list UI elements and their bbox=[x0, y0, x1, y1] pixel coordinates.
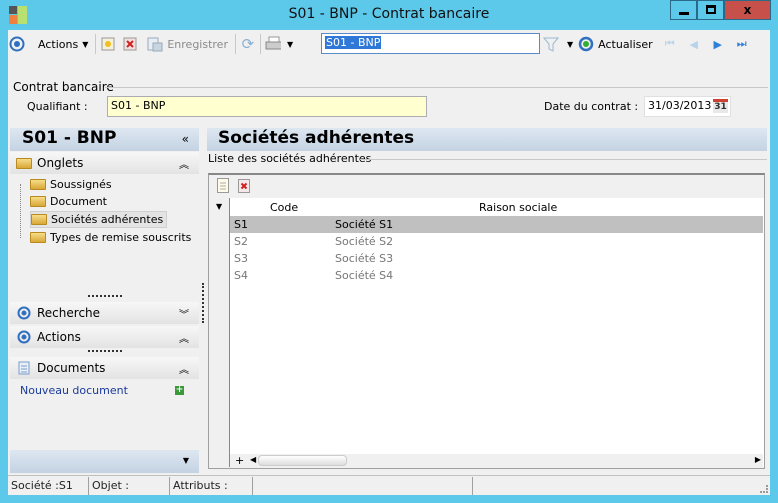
target-icon bbox=[9, 36, 25, 52]
qualifiant-field[interactable]: S01 - BNP bbox=[107, 96, 427, 117]
maximize-button[interactable] bbox=[697, 0, 724, 20]
scrollbar-thumb[interactable] bbox=[258, 455, 347, 466]
collapse-sidebar-icon[interactable]: « bbox=[182, 132, 189, 146]
resize-grip[interactable] bbox=[760, 485, 768, 493]
refresh-icon bbox=[578, 36, 594, 52]
target-icon bbox=[16, 305, 32, 321]
tree-item-soussignes[interactable]: Soussignés bbox=[30, 176, 115, 193]
calendar-icon[interactable]: 31 bbox=[713, 99, 728, 113]
section-documents[interactable]: Documents ︽ bbox=[10, 357, 199, 379]
status-empty bbox=[253, 477, 473, 495]
sidebar-header: S01 - BNP « bbox=[10, 128, 199, 151]
scroll-right-icon[interactable]: ▶ bbox=[755, 455, 761, 464]
column-header-raison-sociale[interactable]: Raison sociale bbox=[479, 201, 557, 214]
add-column-icon[interactable]: + bbox=[235, 454, 244, 467]
collapse-icon: ︽ bbox=[179, 159, 189, 171]
add-row-icon[interactable] bbox=[217, 178, 229, 196]
tree-item-societes-adherentes[interactable]: Sociétés adhérentes bbox=[30, 211, 168, 228]
table-row[interactable]: S2 Société S2 bbox=[230, 233, 763, 250]
delete-row-icon[interactable] bbox=[238, 179, 250, 196]
last-record-icon[interactable]: ⏭ bbox=[734, 36, 750, 52]
new-icon[interactable] bbox=[100, 36, 116, 52]
tree-item-types-remise[interactable]: Types de remise souscrits bbox=[30, 229, 194, 246]
splitter-handle[interactable] bbox=[88, 295, 122, 297]
open-folder-icon bbox=[31, 214, 47, 225]
search-input[interactable]: S01 - BNP bbox=[321, 33, 540, 54]
horizontal-scrollbar[interactable]: + ◀ ▶ bbox=[230, 454, 763, 468]
table-row[interactable]: S1 Société S1 bbox=[230, 216, 763, 233]
save-icon bbox=[147, 36, 163, 52]
first-record-icon[interactable]: ⏮ bbox=[662, 36, 678, 52]
chevron-down-icon: ▼ bbox=[82, 39, 89, 49]
folder-icon bbox=[30, 196, 46, 207]
next-record-icon[interactable]: ▶ bbox=[710, 36, 726, 52]
section-onglets[interactable]: Onglets ︽ bbox=[10, 152, 199, 174]
main-header: Sociétés adhérentes bbox=[207, 128, 767, 151]
add-document-icon[interactable]: + bbox=[175, 386, 184, 395]
status-objet: Objet : bbox=[89, 477, 170, 495]
section-actions[interactable]: Actions ︽ bbox=[10, 326, 199, 348]
refresh-button[interactable]: Actualiser bbox=[575, 36, 656, 52]
filter-icon[interactable] bbox=[543, 36, 559, 52]
chevron-down-icon[interactable]: ▼ bbox=[183, 456, 189, 465]
vertical-splitter[interactable] bbox=[202, 283, 204, 323]
previous-record-icon[interactable]: ◀ bbox=[686, 36, 702, 52]
qualifiant-label: Qualifiant : bbox=[27, 100, 88, 113]
document-icon bbox=[16, 360, 32, 376]
collapse-icon: ︽ bbox=[179, 333, 189, 345]
list-group-label: Liste des sociétés adhérentes bbox=[208, 152, 372, 165]
folder-icon bbox=[30, 179, 46, 190]
collapse-icon: ︽ bbox=[179, 364, 189, 376]
save-button[interactable]: Enregistrer bbox=[144, 36, 231, 52]
scroll-left-icon[interactable]: ◀ bbox=[250, 455, 256, 464]
close-button[interactable]: x bbox=[724, 0, 771, 20]
column-header-code[interactable]: Code bbox=[270, 201, 299, 214]
filter-dropdown-icon[interactable]: ▼ bbox=[567, 40, 573, 49]
sidebar-footer: ▼ bbox=[10, 450, 199, 473]
expand-icon: ︾ bbox=[179, 309, 189, 321]
status-societe: Société :S1 bbox=[8, 477, 89, 495]
folder-icon bbox=[30, 232, 46, 243]
table-row[interactable]: S3 Société S3 bbox=[230, 250, 763, 267]
tree-item-document[interactable]: Document bbox=[30, 193, 110, 210]
row-indicator-icon: ▼ bbox=[216, 202, 223, 211]
new-document-link[interactable]: Nouveau document bbox=[20, 384, 128, 397]
table-row[interactable]: S4 Société S4 bbox=[230, 267, 763, 284]
window-title: S01 - BNP - Contrat bancaire bbox=[288, 6, 490, 22]
print-icon[interactable] bbox=[265, 36, 281, 52]
toolbar: Actions ▼ Enregistrer ⟳ ▼ bbox=[9, 32, 293, 56]
actions-menu[interactable]: Actions ▼ bbox=[35, 38, 91, 51]
contract-group-label: Contrat bancaire bbox=[13, 80, 114, 94]
splitter-handle[interactable] bbox=[88, 350, 122, 352]
delete-icon[interactable] bbox=[122, 36, 138, 52]
minimize-button[interactable] bbox=[670, 0, 697, 20]
folder-icon bbox=[16, 157, 32, 169]
print-dropdown-icon[interactable]: ▼ bbox=[287, 40, 293, 49]
status-attributs: Attributs : bbox=[170, 477, 253, 495]
section-recherche[interactable]: Recherche ︾ bbox=[10, 302, 199, 324]
date-label: Date du contrat : bbox=[544, 100, 639, 113]
sync-icon[interactable]: ⟳ bbox=[240, 35, 256, 53]
target-icon bbox=[16, 329, 32, 345]
